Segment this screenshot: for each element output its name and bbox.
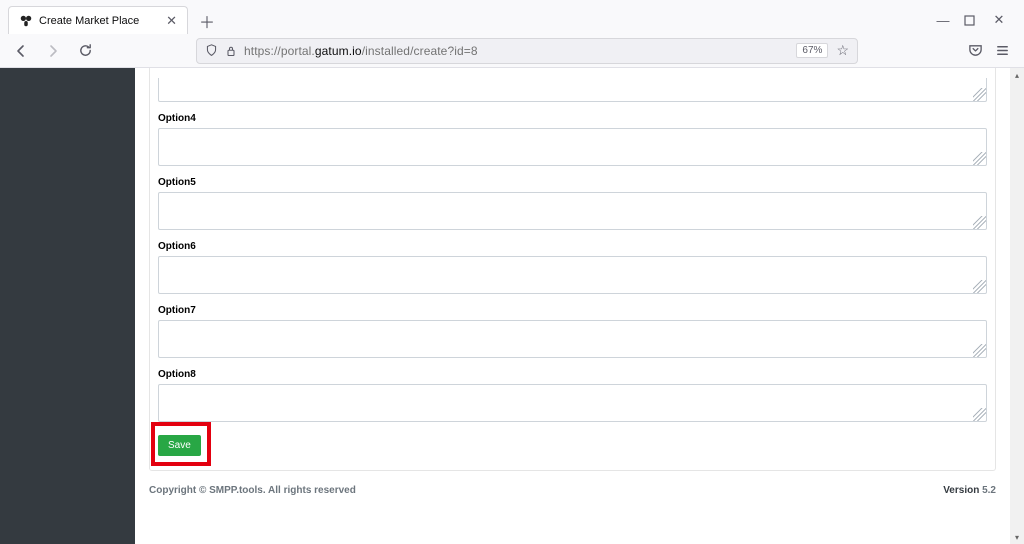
app-sidebar[interactable]: [0, 68, 135, 544]
footer-version: Version 5.2: [943, 485, 996, 496]
zoom-badge[interactable]: 67%: [796, 43, 828, 58]
window-controls: ― ✕: [936, 6, 1016, 34]
option-prev-input[interactable]: [158, 78, 987, 102]
close-tab-icon[interactable]: ✕: [166, 13, 177, 29]
back-button[interactable]: [10, 40, 32, 62]
pocket-icon[interactable]: [968, 43, 983, 58]
save-button[interactable]: Save: [158, 435, 201, 456]
field-label: Option5: [158, 177, 987, 188]
tab-title: Create Market Place: [39, 15, 139, 27]
url-text: https://portal.gatum.io/installed/create…: [244, 44, 478, 58]
url-bar[interactable]: https://portal.gatum.io/installed/create…: [196, 38, 858, 64]
close-window-button[interactable]: ✕: [992, 12, 1006, 28]
scroll-up-icon[interactable]: ▴: [1010, 68, 1024, 82]
tab-strip: Create Market Place ✕ ＋ ― ✕: [0, 0, 1024, 34]
option-input[interactable]: [158, 320, 987, 358]
option-input[interactable]: [158, 192, 987, 230]
bookmark-star-icon[interactable]: ☆: [836, 42, 849, 59]
app-menu-icon[interactable]: [995, 43, 1010, 58]
forward-button: [42, 40, 64, 62]
form-group: Option6: [150, 237, 995, 301]
form-group: Option4: [150, 109, 995, 173]
vertical-scrollbar[interactable]: ▴ ▾: [1010, 68, 1024, 544]
site-favicon: [19, 14, 33, 28]
lock-icon: [225, 45, 237, 57]
maximize-button[interactable]: [964, 15, 978, 26]
scroll-down-icon[interactable]: ▾: [1010, 530, 1024, 544]
form-group: Option8: [150, 365, 995, 429]
app-footer: Copyright © SMPP.tools. All rights reser…: [135, 475, 1010, 504]
form-group: Option5: [150, 173, 995, 237]
option-input[interactable]: [158, 384, 987, 422]
footer-copyright: Copyright © SMPP.tools. All rights reser…: [149, 485, 356, 496]
option-input[interactable]: [158, 256, 987, 294]
reload-button[interactable]: [74, 40, 96, 62]
browser-tab[interactable]: Create Market Place ✕: [8, 6, 188, 34]
field-label: Option7: [158, 305, 987, 316]
viewport: Option4 Option5 Option6 Option7 Option8 Save…: [0, 68, 1024, 544]
field-label: Option6: [158, 241, 987, 252]
new-tab-button[interactable]: ＋: [194, 8, 220, 34]
minimize-button[interactable]: ―: [936, 13, 950, 28]
shield-icon: [205, 44, 218, 57]
app-content: Option4 Option5 Option6 Option7 Option8 Save…: [135, 68, 1024, 544]
field-label: Option8: [158, 369, 987, 380]
form-group: Option7: [150, 301, 995, 365]
option-input[interactable]: [158, 128, 987, 166]
form-group-partial: [150, 74, 995, 109]
field-label: Option4: [158, 113, 987, 124]
browser-toolbar: https://portal.gatum.io/installed/create…: [0, 34, 1024, 68]
